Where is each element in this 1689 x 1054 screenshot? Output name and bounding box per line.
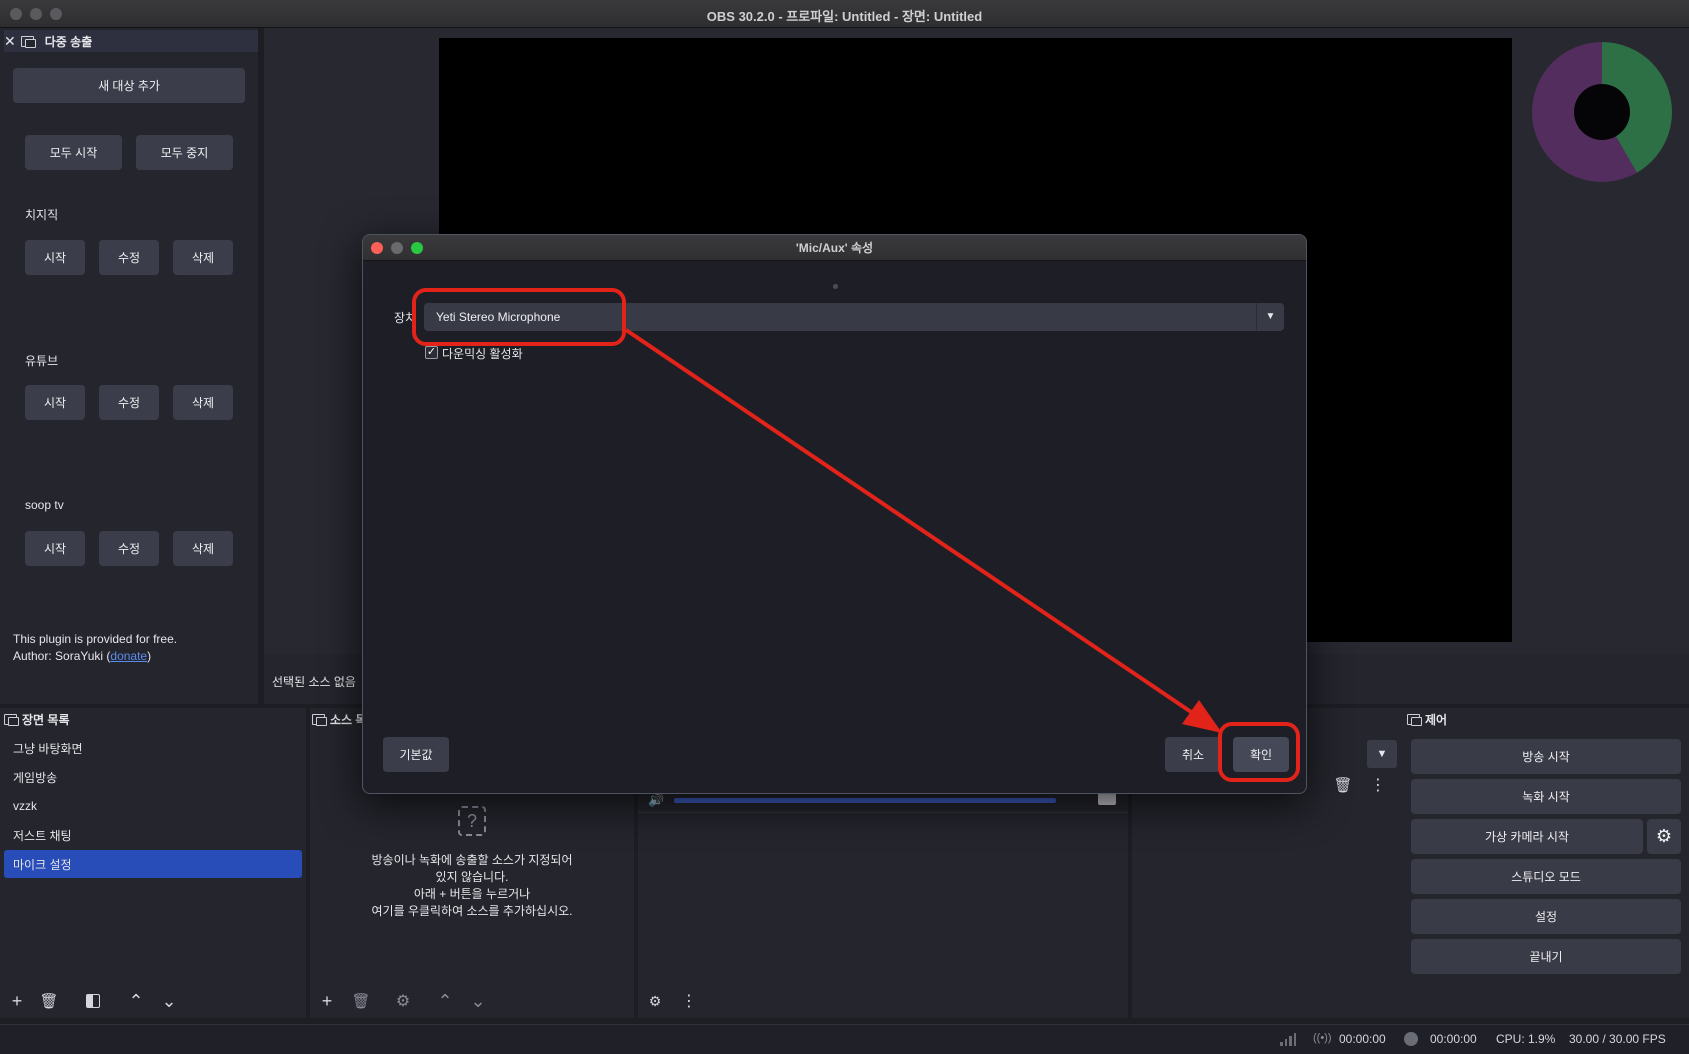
annotation-arrow bbox=[624, 328, 1222, 733]
